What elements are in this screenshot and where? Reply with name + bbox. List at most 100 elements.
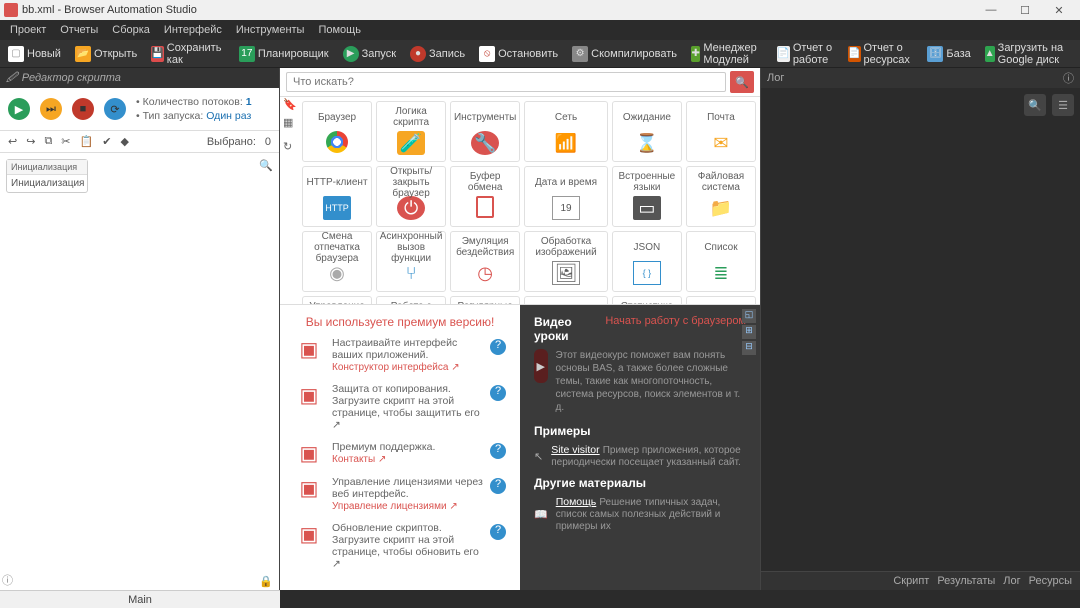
toolbar-db[interactable]: 🗄База [923, 44, 974, 64]
menu-Сборка[interactable]: Сборка [106, 22, 156, 38]
log-menu-button[interactable]: ☰ [1052, 94, 1074, 116]
widget-icon[interactable]: ◱ [742, 309, 756, 323]
toolbar-saveas[interactable]: 💾Сохранить как [147, 40, 229, 68]
premium-item-link[interactable]: Управление лицензиями ↗ [332, 501, 458, 512]
modules-icon: ✚ [691, 46, 700, 62]
module-card[interactable]: HTTP-клиентHTTP [302, 166, 372, 227]
reload-button[interactable]: ⟳ [104, 98, 126, 120]
menu-Проект[interactable]: Проект [4, 22, 52, 38]
search-icon[interactable]: 🔍 [259, 159, 273, 172]
module-card[interactable]: Управление ПроцессамиEXE [302, 296, 372, 304]
maximize-button[interactable]: ☐ [1008, 0, 1042, 20]
module-card[interactable]: Встроенные языки▭ [612, 166, 682, 227]
check-icon[interactable]: ✔ [102, 135, 111, 148]
cut-icon[interactable]: ✂ [61, 135, 70, 148]
toolbar-gdrive[interactable]: ▲Загрузить на Google диск [981, 40, 1076, 68]
toolbar-sched[interactable]: 17Планировщик [235, 44, 333, 64]
module-label: Сеть [527, 105, 605, 129]
toolbar-record[interactable]: ●Запись [406, 44, 469, 64]
menu-Интерфейс[interactable]: Интерфейс [158, 22, 228, 38]
module-card[interactable]: Регулярные выражения🔍 [450, 296, 520, 304]
log-tab-Ресурсы[interactable]: Ресурсы [1029, 575, 1072, 587]
module-card[interactable]: Список≣ [686, 231, 756, 292]
module-card[interactable]: Дата и время19 [524, 166, 608, 227]
start-browser-link[interactable]: Начать работу с браузером [605, 315, 746, 327]
toolbar-run[interactable]: ▶Запуск [339, 44, 400, 64]
toolbar-compile[interactable]: ⚙Скомпилировать [568, 44, 681, 64]
log-info-icon[interactable]: ⓘ [1063, 70, 1074, 86]
module-card[interactable]: Получить смсsms [686, 296, 756, 304]
toolbar-open[interactable]: 📂Открыть [71, 44, 141, 64]
toolbar-new[interactable]: ▢Новый [4, 44, 65, 64]
toolbar-resreport[interactable]: 📄Отчет о ресурсах [844, 40, 917, 68]
module-card[interactable]: Сеть📶 [524, 101, 608, 162]
site-visitor-link[interactable]: Site visitor [551, 444, 599, 456]
premium-item-text: Обновление скриптов. Загрузите скрипт на… [332, 522, 486, 570]
premium-item-link[interactable]: Конструктор интерфейса ↗ [332, 362, 460, 373]
help-link[interactable]: Помощь [556, 496, 597, 508]
diamond-icon[interactable]: ◆ [120, 135, 128, 148]
module-card[interactable]: Работа с профилями🗂 [376, 296, 446, 304]
menu-Отчеты[interactable]: Отчеты [54, 22, 104, 38]
bookmark-icon[interactable]: 🔖 [283, 98, 297, 111]
script-area[interactable]: 🔍 Инициализация Инициализация ⓘ 🔒 [0, 153, 279, 590]
log-tab-Лог[interactable]: Лог [1003, 575, 1020, 587]
help-icon[interactable]: ? [490, 524, 506, 540]
redo-icon[interactable]: ↪ [26, 135, 35, 148]
youtube-icon[interactable]: ▶ [534, 349, 548, 383]
log-tab-Скрипт[interactable]: Скрипт [893, 575, 929, 587]
lock-icon[interactable]: 🔒 [259, 575, 273, 588]
widget-icon[interactable]: ⊞ [742, 325, 756, 339]
module-card[interactable]: JSON{ } [612, 231, 682, 292]
log-search-button[interactable]: 🔍 [1024, 94, 1046, 116]
module-card[interactable]: Браузер [302, 101, 372, 162]
module-card[interactable]: Статистика скрипта [612, 296, 682, 304]
module-card[interactable]: Почта✉ [686, 101, 756, 162]
module-card[interactable]: Асинхронный вызов функции⑂ [376, 231, 446, 292]
step-button[interactable]: ⏭ [40, 98, 62, 120]
log-tab-Результаты[interactable]: Результаты [937, 575, 995, 587]
help-icon[interactable]: ? [490, 385, 506, 401]
module-card[interactable]: РесурсыAB| [524, 296, 608, 304]
help-icon[interactable]: ? [490, 339, 506, 355]
info-icon[interactable]: ⓘ [2, 572, 13, 588]
widget-icon[interactable]: ⊟ [742, 341, 756, 355]
module-card[interactable]: Файловая система📁 [686, 166, 756, 227]
module-icon: 📶 [552, 131, 580, 155]
help-icon[interactable]: ? [490, 443, 506, 459]
search-button[interactable]: 🔍 [730, 71, 754, 93]
close-button[interactable]: ✕ [1042, 0, 1076, 20]
play-button[interactable]: ▶ [8, 98, 30, 120]
module-card[interactable]: Обработка изображений🖼 [524, 231, 608, 292]
stop-button[interactable]: ■ [72, 98, 94, 120]
copy-icon[interactable]: ⧉ [44, 135, 52, 148]
module-card[interactable]: Открыть/закрыть браузер⏻ [376, 166, 446, 227]
log-body[interactable] [761, 122, 1080, 571]
history-icon[interactable]: ↻ [283, 140, 297, 153]
module-card[interactable]: Эмуляция бездействия◷ [450, 231, 520, 292]
module-label: HTTP-клиент [305, 170, 369, 194]
init-block[interactable]: Инициализация Инициализация [6, 159, 88, 193]
grid-icon[interactable]: ▦ [283, 116, 297, 129]
module-card[interactable]: Смена отпечатка браузера◉ [302, 231, 372, 292]
paste-icon[interactable]: 📋 [80, 135, 94, 148]
undo-icon[interactable]: ↩ [8, 135, 17, 148]
minimize-button[interactable]: — [974, 0, 1008, 20]
toolbar-stop[interactable]: ⦸Остановить [475, 44, 562, 64]
toolbar-report[interactable]: 📄Отчет о работе [773, 40, 838, 68]
module-card[interactable]: Инструменты🔧 [450, 101, 520, 162]
help-icon[interactable]: ? [490, 478, 506, 494]
module-card[interactable]: Ожидание⌛ [612, 101, 682, 162]
premium-item-link[interactable]: Контакты ↗ [332, 454, 386, 465]
menu-Инструменты[interactable]: Инструменты [230, 22, 311, 38]
module-card[interactable]: Буфер обмена [450, 166, 520, 227]
module-icon: ⑂ [397, 261, 425, 285]
toolbar-modules[interactable]: ✚Менеджер Модулей [687, 40, 767, 68]
module-card[interactable]: Логика скрипта🧪 [376, 101, 446, 162]
menu-Помощь[interactable]: Помощь [312, 22, 367, 38]
premium-item-text: Защита от копирования. Загрузите скрипт … [332, 383, 486, 431]
app-icon [4, 3, 18, 17]
premium-item-icon: ▣ [294, 441, 324, 466]
module-icon: 🖼 [552, 261, 580, 285]
search-input[interactable] [286, 72, 726, 92]
